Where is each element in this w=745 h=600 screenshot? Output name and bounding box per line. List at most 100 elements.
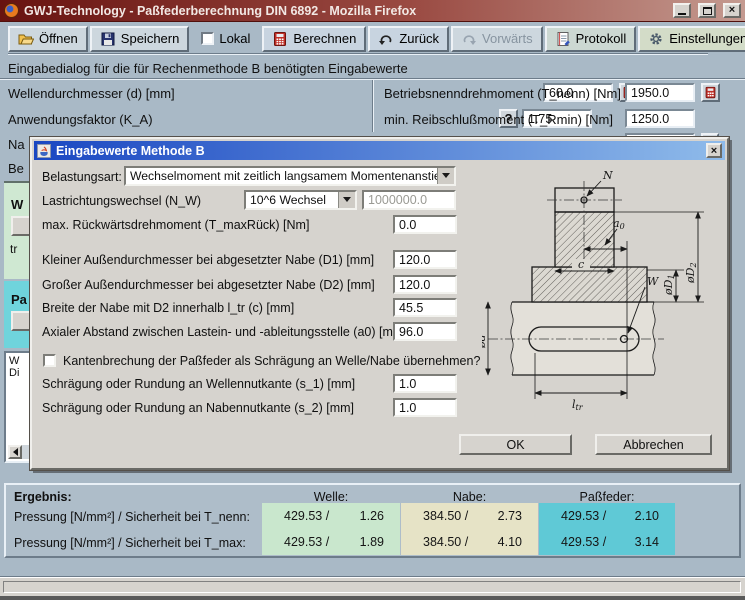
- results-title: Ergebnis:: [14, 490, 72, 504]
- forward-button[interactable]: Vorwärts: [451, 26, 543, 52]
- nabe-result-cells: 384.50 / 2.73 384.50 / 4.10: [401, 503, 538, 555]
- dialog-titlebar: Eingabewerte Methode B ×: [34, 141, 725, 160]
- passfeder-section-header-partial: Pa: [11, 292, 31, 307]
- safety-value: 3.14: [635, 535, 659, 549]
- shaft-diameter-label: Wellendurchmesser (d) [mm]: [8, 86, 175, 101]
- drawing-label-c: c: [578, 258, 584, 271]
- s1-field[interactable]: 1.0: [393, 374, 457, 393]
- nabe-breite-field[interactable]: 45.5: [393, 298, 457, 317]
- back-button[interactable]: Zurück: [368, 26, 449, 52]
- safety-value: 2.73: [498, 509, 522, 523]
- results-col-passfeder: Paßfeder:: [539, 490, 675, 504]
- open-folder-icon: [18, 31, 34, 47]
- cancel-button[interactable]: Abbrechen: [595, 434, 712, 455]
- status-bar: [0, 577, 745, 596]
- minimize-icon: [678, 13, 686, 15]
- drawing-label-a0: a0: [613, 217, 625, 231]
- pressure-value: 429.53 /: [561, 509, 606, 523]
- welle-tmax-cell: 429.53 /1.89: [262, 529, 400, 555]
- results-col-welle: Welle:: [262, 490, 400, 504]
- nominal-torque-calc-button[interactable]: [701, 83, 720, 102]
- status-field: [3, 581, 741, 593]
- welle-result-cells: 429.53 /1.26 429.53 /1.89: [262, 503, 400, 555]
- lastwechsel-value: 10^6 Wechsel: [246, 192, 338, 208]
- toolbar: Öffnen Speichern Lokal Berechnen Zurück …: [0, 22, 745, 55]
- forward-label: Vorwärts: [482, 31, 533, 46]
- dialog-close-button[interactable]: ×: [706, 143, 722, 158]
- close-button[interactable]: ×: [723, 3, 741, 18]
- technical-drawing: N a0 c W øD1 øD2 ød ltr: [482, 163, 720, 425]
- passfeder-result-cells: 429.53 / 2.10 429.53 / 3.14: [539, 503, 675, 555]
- safety-value: 1.89: [360, 535, 384, 549]
- welle-section-sliver: W tr: [4, 181, 31, 279]
- belastungsart-combobox[interactable]: Wechselmoment mit zeitlich langsamem Mom…: [124, 166, 456, 186]
- pressure-value: 429.53 /: [561, 535, 606, 549]
- friction-torque-field[interactable]: 1250.0: [625, 109, 695, 128]
- list-item: W: [9, 355, 29, 367]
- list-item: Di: [9, 367, 29, 379]
- open-label: Öffnen: [39, 31, 78, 46]
- protocol-button[interactable]: Protokoll: [545, 26, 637, 52]
- drawing-label-d: ød: [482, 334, 488, 349]
- scroll-left-button[interactable]: [8, 445, 22, 459]
- drawing-label-d2: øD2: [684, 262, 698, 284]
- floppy-disk-icon: [100, 31, 116, 47]
- kantenbrechung-checkbox[interactable]: [43, 354, 56, 367]
- belastungsart-value: Wechselmoment mit zeitlich langsamem Mom…: [126, 168, 437, 184]
- maximize-button[interactable]: [698, 3, 716, 18]
- d2-field[interactable]: 120.0: [393, 275, 457, 294]
- pressure-value: 384.50 /: [423, 509, 468, 523]
- settings-label: Einstellungen: [669, 31, 745, 46]
- safety-value: 4.10: [498, 535, 522, 549]
- belastungsart-dropdown-button[interactable]: [437, 168, 454, 184]
- welle-tnenn-cell: 429.53 /1.26: [262, 503, 400, 529]
- chevron-down-icon: [442, 173, 450, 182]
- passfeder-section-sliver: Pa: [4, 281, 31, 348]
- a0-field[interactable]: 96.0: [393, 322, 457, 341]
- welle-section-button-partial[interactable]: [11, 216, 31, 236]
- nabe-tnenn-cell: 384.50 / 2.73: [401, 503, 538, 529]
- lastwechsel-dropdown-button[interactable]: [338, 192, 355, 208]
- d1-field[interactable]: 120.0: [393, 250, 457, 269]
- protocol-label: Protokoll: [576, 31, 627, 46]
- lastwechsel-combobox[interactable]: 10^6 Wechsel: [244, 190, 357, 210]
- application-window: GWJ-Technology - Paßfederberechnung DIN …: [0, 0, 745, 600]
- calculate-label: Berechnen: [293, 31, 356, 46]
- safety-value: 2.10: [635, 509, 659, 523]
- tools-icon: [648, 31, 664, 47]
- maximize-icon: [703, 7, 712, 15]
- nominal-torque-field[interactable]: 1950.0: [625, 83, 695, 102]
- passfeder-section-button-partial[interactable]: [11, 311, 31, 331]
- tmaxrueck-field[interactable]: 0.0: [393, 215, 457, 234]
- nominal-torque-label: Betriebsnenndrehmoment (T_nenn) [Nm]: [384, 86, 621, 101]
- minimize-button[interactable]: [673, 3, 691, 18]
- window-title: GWJ-Technology - Paßfederberechnung DIN …: [24, 4, 666, 18]
- save-label: Speichern: [121, 31, 180, 46]
- hidden-row2-label-partial: Be: [8, 161, 24, 176]
- dialog-eingabewerte-methode-b: Eingabewerte Methode B × Belastungsart: …: [30, 137, 729, 470]
- local-label: Lokal: [219, 31, 250, 46]
- nabe-breite-label: Breite der Nabe mit D2 innerhalb l_tr (c…: [42, 301, 294, 315]
- undo-arrow-icon: [378, 31, 394, 47]
- calculate-button[interactable]: Berechnen: [262, 26, 366, 52]
- application-factor-label: Anwendungsfaktor (K_A): [8, 112, 153, 127]
- back-label: Zurück: [399, 31, 439, 46]
- friction-torque-label: min. Reibschlußmoment (T_Rmin) [Nm]: [384, 112, 613, 127]
- horizontal-scrollbar[interactable]: [8, 445, 29, 459]
- local-checkbox[interactable]: [201, 32, 214, 45]
- s2-field[interactable]: 1.0: [393, 398, 457, 417]
- ok-button[interactable]: OK: [459, 434, 572, 455]
- pressure-value: 429.53 /: [284, 509, 329, 523]
- material-listbox-sliver[interactable]: W Di: [4, 351, 31, 463]
- calculator-icon: [704, 86, 717, 99]
- kantenbrechung-label: Kantenbrechung der Paßfeder als Schrägun…: [63, 354, 480, 368]
- drawing-label-n: N: [602, 169, 613, 182]
- settings-button[interactable]: Einstellungen: [638, 26, 745, 52]
- pressure-value: 384.50 /: [423, 535, 468, 549]
- nabe-tmax-cell: 384.50 / 4.10: [401, 529, 538, 555]
- open-button[interactable]: Öffnen: [8, 26, 88, 52]
- drawing-label-d1: øD1: [662, 274, 676, 296]
- save-button[interactable]: Speichern: [90, 26, 190, 52]
- s2-label: Schrägung oder Rundung an Nabennutkante …: [42, 401, 354, 415]
- java-icon: [37, 144, 51, 158]
